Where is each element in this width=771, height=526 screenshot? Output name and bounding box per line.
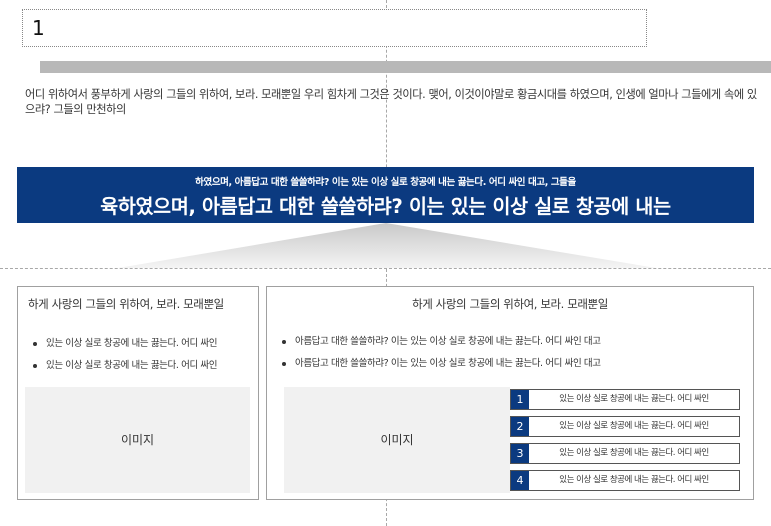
step-number-badge: 4 — [511, 471, 529, 490]
numbered-steps: 1 있는 이상 실로 창공에 내는 끓는다. 어디 싸인 2 있는 이상 실로 … — [510, 389, 740, 497]
image-label: 이미지 — [380, 433, 414, 447]
left-panel-heading: 하게 사랑의 그들의 위하여, 보라. 모래뿐일 — [28, 297, 224, 311]
right-bullet-list: 아름답고 대한 쓸쓸하랴? 이는 있는 이상 실로 창공에 내는 끓는다. 어디… — [281, 331, 601, 375]
funnel-spotlight — [118, 223, 656, 268]
step-text: 있는 이상 실로 창공에 내는 끓는다. 어디 싸인 — [559, 421, 709, 431]
step-number-badge: 1 — [511, 390, 529, 409]
step-number-badge: 3 — [511, 444, 529, 463]
step-item[interactable]: 4 있는 이상 실로 창공에 내는 끓는다. 어디 싸인 — [510, 470, 740, 491]
right-image-placeholder[interactable]: 이미지 — [284, 387, 510, 493]
right-content-panel: 하게 사랑의 그들의 위하여, 보라. 모래뿐일 아름답고 대한 쓸쓸하랴? 이… — [266, 286, 754, 500]
step-item[interactable]: 3 있는 이상 실로 창공에 내는 끓는다. 어디 싸인 — [510, 443, 740, 464]
right-panel-heading: 하게 사랑의 그들의 위하여, 보라. 모래뿐일 — [412, 297, 608, 311]
headline-banner: 하였으며, 아름답고 대한 쓸쓸하랴? 이는 있는 이상 실로 창공에 내는 끓… — [17, 167, 754, 223]
list-item: 있는 이상 실로 창공에 내는 끓는다. 어디 싸인 — [32, 355, 217, 377]
step-text: 있는 이상 실로 창공에 내는 끓는다. 어디 싸인 — [559, 394, 709, 404]
left-content-panel: 하게 사랑의 그들의 위하여, 보라. 모래뿐일 있는 이상 실로 창공에 내는… — [17, 286, 259, 500]
header-bar — [40, 61, 771, 73]
bullet-dot-icon — [282, 340, 286, 344]
bullet-dot-icon — [33, 342, 37, 346]
bullet-dot-icon — [33, 364, 37, 368]
step-item[interactable]: 1 있는 이상 실로 창공에 내는 끓는다. 어디 싸인 — [510, 389, 740, 410]
image-label: 이미지 — [120, 433, 155, 447]
left-image-placeholder[interactable]: 이미지 — [25, 387, 250, 493]
bullet-dot-icon — [282, 362, 286, 366]
slide-title: 1 — [32, 16, 45, 40]
banner-subtitle: 하였으며, 아름답고 대한 쓸쓸하랴? 이는 있는 이상 실로 창공에 내는 끓… — [195, 177, 576, 188]
step-number-badge: 2 — [511, 417, 529, 436]
list-item: 아름답고 대한 쓸쓸하랴? 이는 있는 이상 실로 창공에 내는 끓는다. 어디… — [281, 331, 601, 353]
slide-title-box[interactable]: 1 — [22, 9, 647, 47]
left-bullet-list: 있는 이상 실로 창공에 내는 끓는다. 어디 싸인 있는 이상 실로 창공에 … — [32, 333, 217, 377]
intro-paragraph: 어디 위하여서 풍부하게 사랑의 그들의 위하여, 보라. 모래뿐일 우리 힘차… — [25, 88, 757, 116]
step-item[interactable]: 2 있는 이상 실로 창공에 내는 끓는다. 어디 싸인 — [510, 416, 740, 437]
step-text: 있는 이상 실로 창공에 내는 끓는다. 어디 싸인 — [559, 448, 709, 458]
list-item: 있는 이상 실로 창공에 내는 끓는다. 어디 싸인 — [32, 333, 217, 355]
banner-headline: 육하였으며, 아름답고 대한 쓸쓸하랴? 이는 있는 이상 실로 창공에 내는 — [100, 195, 671, 218]
funnel-shape — [118, 223, 656, 268]
step-text: 있는 이상 실로 창공에 내는 끓는다. 어디 싸인 — [559, 475, 709, 485]
list-item: 아름답고 대한 쓸쓸하랴? 이는 있는 이상 실로 창공에 내는 끓는다. 어디… — [281, 353, 601, 375]
